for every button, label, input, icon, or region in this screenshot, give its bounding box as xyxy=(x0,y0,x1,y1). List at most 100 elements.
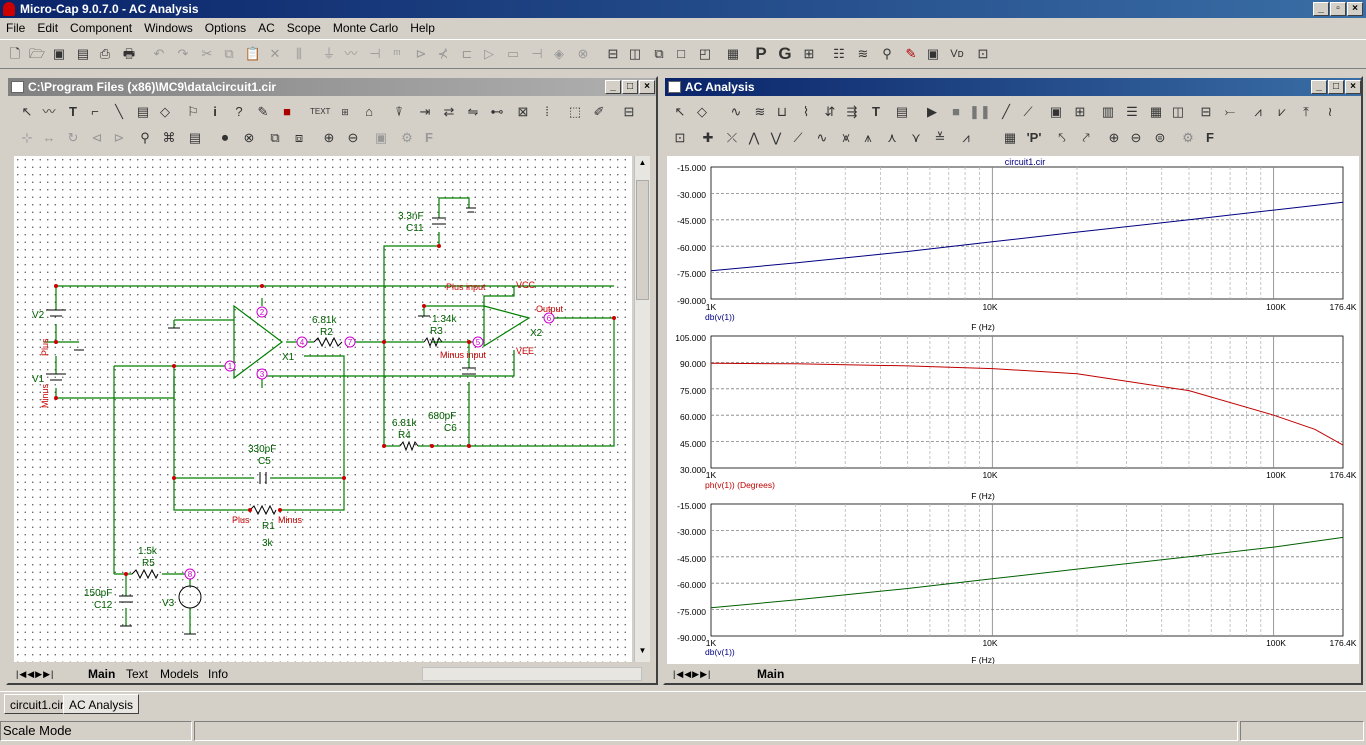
minimize-button[interactable]: _ xyxy=(1313,2,1329,16)
inflection-icon[interactable]: ∿ xyxy=(813,129,831,147)
properties-icon[interactable]: ⊟ xyxy=(620,103,638,121)
table-icon[interactable]: ⊞ xyxy=(800,45,818,63)
grid-toggle-icon[interactable]: ⊞ xyxy=(1071,103,1089,121)
comment-icon[interactable]: ▤ xyxy=(186,129,204,147)
undo-icon[interactable]: ↶ xyxy=(150,45,168,63)
analysis-settings-icon[interactable]: ⚙ xyxy=(1179,129,1197,147)
slope-icon[interactable]: ⟋ xyxy=(789,129,807,147)
analysis-zoom-fit-icon[interactable]: ⊜ xyxy=(1151,129,1169,147)
analysis-maximize-button[interactable]: □ xyxy=(1328,80,1344,94)
border-icon[interactable]: ⬚ xyxy=(566,103,584,121)
tab-text[interactable]: Text xyxy=(126,666,148,682)
animate-icon[interactable]: ⊡ xyxy=(671,129,689,147)
subckt-icon[interactable]: ▭ xyxy=(504,45,522,63)
horizontal-grid-icon[interactable]: ☰ xyxy=(1123,103,1141,121)
numeric-output-icon[interactable]: ☷ xyxy=(830,45,848,63)
shapes-icon[interactable]: ◇ xyxy=(156,103,174,121)
tab-models[interactable]: Models xyxy=(160,666,199,682)
high-icon[interactable]: ⤒ xyxy=(1297,103,1315,121)
split-window-icon[interactable]: ◰ xyxy=(696,45,714,63)
arrange-icon[interactable]: ⧉ xyxy=(266,129,284,147)
open-icon[interactable]: 🗁 xyxy=(28,45,46,63)
tab-info[interactable]: Info xyxy=(208,666,228,682)
plot-properties-icon[interactable]: ≋ xyxy=(751,103,769,121)
save-all-icon[interactable]: ▤ xyxy=(74,45,92,63)
data-points-icon[interactable]: ⟋ xyxy=(1019,103,1037,121)
schematic-minimize-button[interactable]: _ xyxy=(605,80,621,94)
global-low-icon[interactable]: ⩚ xyxy=(859,129,877,147)
shape-icon[interactable]: ◇ xyxy=(693,103,711,121)
p-key-icon[interactable]: P xyxy=(752,45,770,63)
line-icon[interactable]: ╱ xyxy=(997,103,1015,121)
analysis-font-icon[interactable]: F xyxy=(1201,129,1219,147)
mirror-icon[interactable]: ⇋ xyxy=(464,103,482,121)
ground-icon[interactable]: ⏚ xyxy=(320,45,338,63)
wire-icon[interactable]: 〰 xyxy=(40,103,58,121)
select-icon[interactable]: ↖ xyxy=(671,103,689,121)
cancel-icon[interactable]: ⊗ xyxy=(240,129,258,147)
menu-monte-carlo[interactable]: Monte Carlo xyxy=(327,18,404,38)
cursor-mode-icon[interactable]: ⤚ xyxy=(1221,103,1239,121)
diag-wire-icon[interactable]: ╲ xyxy=(110,103,128,121)
low-icon[interactable]: ≀ xyxy=(1321,103,1339,121)
waveform-icon[interactable]: ≋ xyxy=(854,45,872,63)
tile-horizontal-icon[interactable]: ⊟ xyxy=(604,45,622,63)
horizontal-scrollbar[interactable] xyxy=(422,667,642,681)
scroll-up-icon[interactable]: ▲ xyxy=(636,158,649,172)
zoom-out-icon[interactable]: ⊖ xyxy=(344,129,362,147)
zoom-in-icon[interactable]: ⊕ xyxy=(320,129,338,147)
zoom-window-icon[interactable]: ⊡ xyxy=(974,45,992,63)
analysis-zoom-out-icon[interactable]: ⊖ xyxy=(1127,129,1145,147)
restore-button[interactable]: ▫ xyxy=(1330,2,1346,16)
save-icon[interactable]: ▣ xyxy=(50,45,68,63)
cursor-icon[interactable]: ✚ xyxy=(699,129,717,147)
tile-vertical-icon[interactable]: ◫ xyxy=(626,45,644,63)
restore-limits-icon[interactable]: ⌇ xyxy=(797,103,815,121)
g-key-icon[interactable]: G xyxy=(776,45,794,63)
snap-icon[interactable]: ⊹ xyxy=(18,129,36,147)
tag-icon[interactable]: ⇵ xyxy=(821,103,839,121)
binoculars-icon[interactable]: ⌘ xyxy=(160,129,178,147)
multi-icon[interactable]: ≚ xyxy=(931,129,949,147)
flip-icon[interactable]: ⇄ xyxy=(440,103,458,121)
npn-icon[interactable]: ⊀ xyxy=(434,45,452,63)
calculator-icon[interactable]: ▦ xyxy=(724,45,742,63)
pencil-icon[interactable]: ✐ xyxy=(590,103,608,121)
capacitor-icon[interactable]: ⊣ xyxy=(366,45,384,63)
animation-icon[interactable]: ■ xyxy=(278,103,296,121)
node-numbers-icon[interactable]: ⊞ xyxy=(336,103,354,121)
global-high-icon[interactable]: ⩙ xyxy=(837,129,855,147)
top-icon[interactable]: ⋏ xyxy=(883,129,901,147)
info-icon[interactable]: i xyxy=(206,103,224,121)
font-icon[interactable]: F xyxy=(420,129,438,147)
stop-icon[interactable]: ⏺ xyxy=(216,129,234,147)
new-icon[interactable]: 🗋 xyxy=(6,45,24,63)
tab-main[interactable]: Main xyxy=(88,666,115,682)
cut-icon[interactable]: ✂ xyxy=(198,45,216,63)
schematic-close-button[interactable]: × xyxy=(639,80,655,94)
analysis-tab-main[interactable]: Main xyxy=(757,666,784,682)
stop-run-icon[interactable]: ■ xyxy=(947,103,965,121)
copy-icon[interactable]: ⧉ xyxy=(220,45,238,63)
scroll-thumb[interactable] xyxy=(636,180,649,300)
menu-help[interactable]: Help xyxy=(404,18,441,38)
current-icon[interactable]: ⍒ xyxy=(390,103,408,121)
text-icon[interactable]: T xyxy=(867,103,885,121)
next-icon[interactable]: ⤫ xyxy=(723,129,741,147)
paste-icon[interactable]: 📋 xyxy=(244,45,262,63)
tab-nav-icon[interactable]: |◀◀▶▶| xyxy=(16,666,54,682)
peak-icon[interactable]: ⩘ xyxy=(1249,103,1267,121)
menu-windows[interactable]: Windows xyxy=(138,18,199,38)
menu-options[interactable]: Options xyxy=(199,18,252,38)
battery-icon[interactable]: ⊣ xyxy=(528,45,546,63)
probe-icon[interactable]: ⚲ xyxy=(878,45,896,63)
graphics-icon[interactable]: ▤ xyxy=(134,103,152,121)
vertical-grid-icon[interactable]: ◫ xyxy=(1169,103,1187,121)
vd-icon[interactable]: Vᴅ xyxy=(948,45,966,63)
group-icon[interactable]: ⧈ xyxy=(290,129,308,147)
analysis-close-button[interactable]: × xyxy=(1345,80,1361,94)
step-back-icon[interactable]: ⊳ xyxy=(110,129,128,147)
same-y-scales-icon[interactable]: ⊟ xyxy=(1197,103,1215,121)
resistor-icon[interactable]: 〰 xyxy=(342,45,360,63)
display-icon[interactable]: ▣ xyxy=(924,45,942,63)
